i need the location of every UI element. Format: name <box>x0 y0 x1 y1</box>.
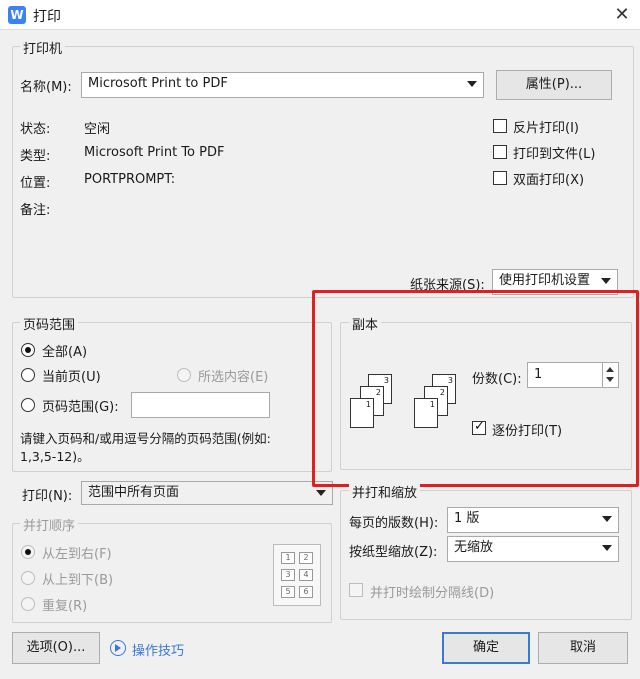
preview-cell: 3 <box>281 569 295 581</box>
preview-cell: 2 <box>299 552 313 564</box>
range-all-radio[interactable] <box>21 343 35 357</box>
duplex-label: 双面打印(X) <box>513 173 585 188</box>
printer-name-value: Microsoft Print to PDF <box>88 76 228 91</box>
preview-cell: 1 <box>281 552 295 564</box>
page-range-hint-example: 1,3,5-12)。 <box>20 449 90 464</box>
highlight-box <box>312 290 639 487</box>
tips-icon[interactable] <box>110 640 126 656</box>
draw-borders-label: 并打时绘制分隔线(D) <box>370 586 495 601</box>
ok-button[interactable]: 确定 <box>442 632 530 664</box>
printer-name-label: 名称(M): <box>20 80 72 95</box>
close-icon[interactable]: ✕ <box>604 0 640 30</box>
duplex-checkbox[interactable] <box>493 171 507 185</box>
order-top-bottom-label: 从上到下(B) <box>42 573 114 588</box>
print-what-select[interactable]: 范围中所有页面 <box>81 481 333 505</box>
type-value: Microsoft Print To PDF <box>84 145 225 160</box>
order-repeat-radio[interactable] <box>21 597 35 611</box>
type-label: 类型: <box>20 149 51 164</box>
comment-label: 备注: <box>20 203 51 218</box>
chevron-down-icon <box>602 516 612 522</box>
range-current-radio[interactable] <box>21 368 35 382</box>
cancel-button[interactable]: 取消 <box>538 632 628 664</box>
status-value: 空闲 <box>84 122 111 137</box>
pages-per-sheet-select[interactable]: 1 版 <box>447 507 619 533</box>
order-left-right-label: 从左到右(F) <box>42 547 112 562</box>
collate-order-title: 并打顺序 <box>20 515 79 534</box>
range-pages-radio[interactable] <box>21 398 35 412</box>
window-title: 打印 <box>33 9 61 25</box>
reverse-print-checkbox[interactable] <box>493 119 507 133</box>
properties-button[interactable]: 属性(P)... <box>496 70 612 100</box>
range-all-label: 全部(A) <box>42 345 88 360</box>
printer-name-select[interactable]: Microsoft Print to PDF <box>81 72 484 98</box>
preview-cell: 4 <box>299 569 313 581</box>
paper-source-value: 使用打印机设置 <box>499 273 591 288</box>
scale-label: 按纸型缩放(Z): <box>349 545 438 560</box>
range-current-label: 当前页(U) <box>42 370 101 385</box>
preview-cell: 5 <box>281 586 295 598</box>
page-range-hint: 请键入页码和/或用逗号分隔的页码范围(例如: <box>20 431 271 446</box>
range-selection-label: 所选内容(E) <box>198 370 269 385</box>
chevron-down-icon <box>602 545 612 551</box>
order-repeat-label: 重复(R) <box>42 599 88 614</box>
pages-per-sheet-value: 1 版 <box>454 511 480 526</box>
order-left-right-radio[interactable] <box>21 545 35 559</box>
pages-per-sheet-label: 每页的版数(H): <box>349 516 439 531</box>
print-to-file-checkbox[interactable] <box>493 145 507 159</box>
range-pages-label: 页码范围(G): <box>42 400 119 415</box>
scale-select[interactable]: 无缩放 <box>447 536 619 562</box>
collate-order-preview: 1 2 3 4 5 6 <box>273 544 321 606</box>
draw-borders-checkbox[interactable] <box>349 583 363 597</box>
range-selection-radio[interactable] <box>177 368 191 382</box>
chevron-down-icon <box>467 81 477 87</box>
chevron-down-icon <box>316 490 326 496</box>
title-bar <box>0 0 640 30</box>
chevron-down-icon <box>601 278 611 284</box>
status-label: 状态: <box>20 122 51 137</box>
print-to-file-label: 打印到文件(L) <box>513 147 596 162</box>
wps-writer-icon: W <box>8 6 26 24</box>
tips-link[interactable]: 操作技巧 <box>132 640 184 659</box>
order-top-bottom-radio[interactable] <box>21 571 35 585</box>
scale-value: 无缩放 <box>454 540 494 555</box>
page-range-input[interactable] <box>131 392 270 418</box>
printer-group-title: 打印机 <box>20 38 66 57</box>
options-button[interactable]: 选项(O)... <box>12 632 100 664</box>
reverse-print-label: 反片打印(I) <box>513 121 579 136</box>
print-what-label: 打印(N): <box>22 489 73 504</box>
zoom-title: 并打和缩放 <box>349 482 421 501</box>
print-what-value: 范围中所有页面 <box>88 485 180 500</box>
preview-cell: 6 <box>299 586 313 598</box>
location-value: PORTPROMPT: <box>84 172 176 187</box>
location-label: 位置: <box>20 176 51 191</box>
page-range-title: 页码范围 <box>20 314 79 333</box>
